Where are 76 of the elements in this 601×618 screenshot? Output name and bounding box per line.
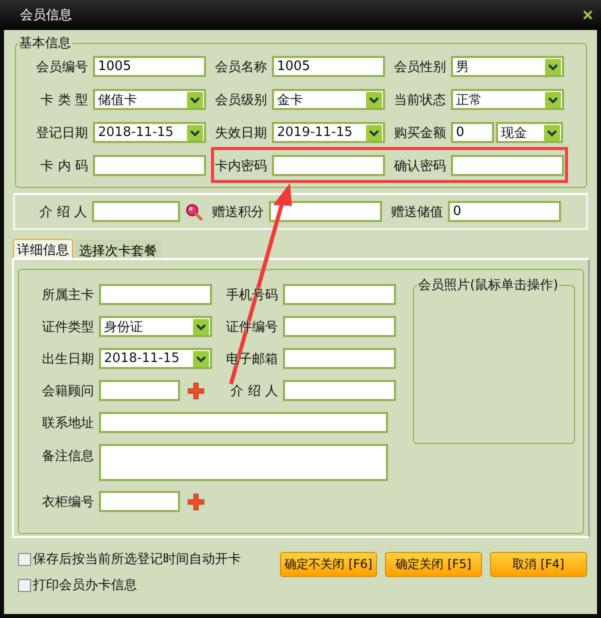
field-label: 失效日期 [214,124,267,142]
input-field[interactable] [283,380,396,401]
field-label: 会籍顾问 [41,382,94,400]
photo-area[interactable]: 会员照片(鼠标单击操作) [413,276,575,444]
input-field[interactable]: 0 [448,201,561,222]
input-field[interactable] [283,348,396,369]
field-label: 衣柜编号 [41,494,94,510]
chevron-down-icon [366,124,382,140]
field-label: 联系地址 [41,414,94,432]
plus-icon[interactable] [187,492,205,510]
input-field[interactable] [99,491,180,512]
action-button[interactable]: 取消 [F4] [490,552,587,577]
input-field[interactable] [269,201,382,222]
chevron-down-icon [187,92,203,108]
tab[interactable]: 选择次卡套餐 [75,240,161,258]
field-label: 会员名称 [214,58,267,76]
dropdown[interactable]: 男 [451,56,564,77]
field-label: 赠送储值 [390,204,443,220]
action-button[interactable]: 确定不关闭 [F6] [280,552,377,577]
input-field[interactable] [92,201,180,222]
checkbox[interactable] [18,578,31,592]
text-area[interactable] [99,444,388,481]
field-label: 会员级别 [214,92,267,108]
chevron-down-icon [545,58,561,74]
input-field[interactable] [451,155,564,176]
field-label: 出生日期 [41,350,94,368]
input-field[interactable]: 0 [451,122,494,143]
checkbox-label: 保存后按当前所选登记时间自动开卡 [33,551,241,568]
dropdown[interactable]: 2018-11-15 [93,122,206,143]
field-label: 确认密码 [393,158,446,174]
group-title: 会员照片(鼠标单击操作) [417,277,560,294]
field-label: 卡内密码 [214,158,267,174]
chevron-down-icon [366,92,382,108]
input-field[interactable]: 1005 [93,56,206,77]
dropdown[interactable]: 储值卡 [93,89,206,110]
field-label: 介 绍 人 [38,204,87,220]
input-field[interactable]: 1005 [272,56,385,77]
chevron-down-icon [193,318,209,334]
plus-icon[interactable] [187,382,205,400]
input-field[interactable] [272,155,385,176]
checkbox[interactable] [18,552,31,566]
dropdown[interactable]: 2018-11-15 [99,348,212,369]
field-label: 会员编号 [35,58,88,76]
field-label: 会员性别 [393,58,446,76]
action-button[interactable]: 确定关闭 [F5] [385,552,482,577]
field-label: 当前状态 [393,92,446,108]
field-label: 所属主卡 [41,286,94,304]
window-title: 会员信息 [20,7,72,24]
checkbox-label: 打印会员办卡信息 [33,577,137,594]
close-button[interactable]: × [580,6,595,24]
dropdown[interactable]: 2019-11-15 [272,122,385,143]
dropdown[interactable]: 正常 [451,89,564,110]
field-label: 介 绍 人 [230,382,278,400]
input-field[interactable] [99,284,212,305]
field-label: 登记日期 [35,124,88,142]
input-field[interactable] [283,284,396,305]
input-field[interactable] [99,380,180,401]
field-label: 证件类型 [41,318,94,336]
input-field[interactable] [93,155,206,176]
input-field[interactable] [99,412,388,433]
chevron-down-icon [187,124,203,140]
search-icon[interactable] [185,202,203,220]
field-label: 卡 内 码 [40,158,88,174]
chevron-down-icon [193,350,209,366]
field-label: 购买金额 [393,124,446,142]
field-label: 备注信息 [41,448,94,465]
input-field[interactable] [283,316,396,337]
field-label: 赠送积分 [211,204,264,220]
field-label: 卡 类 型 [40,92,88,108]
tab[interactable]: 详细信息 [13,239,73,258]
dropdown[interactable]: 身份证 [99,316,212,337]
chevron-down-icon [545,92,561,108]
chevron-down-icon [544,124,560,140]
group-title: 基本信息 [18,35,72,52]
dropdown[interactable]: 现金 [496,122,563,143]
dropdown[interactable]: 金卡 [272,89,385,110]
